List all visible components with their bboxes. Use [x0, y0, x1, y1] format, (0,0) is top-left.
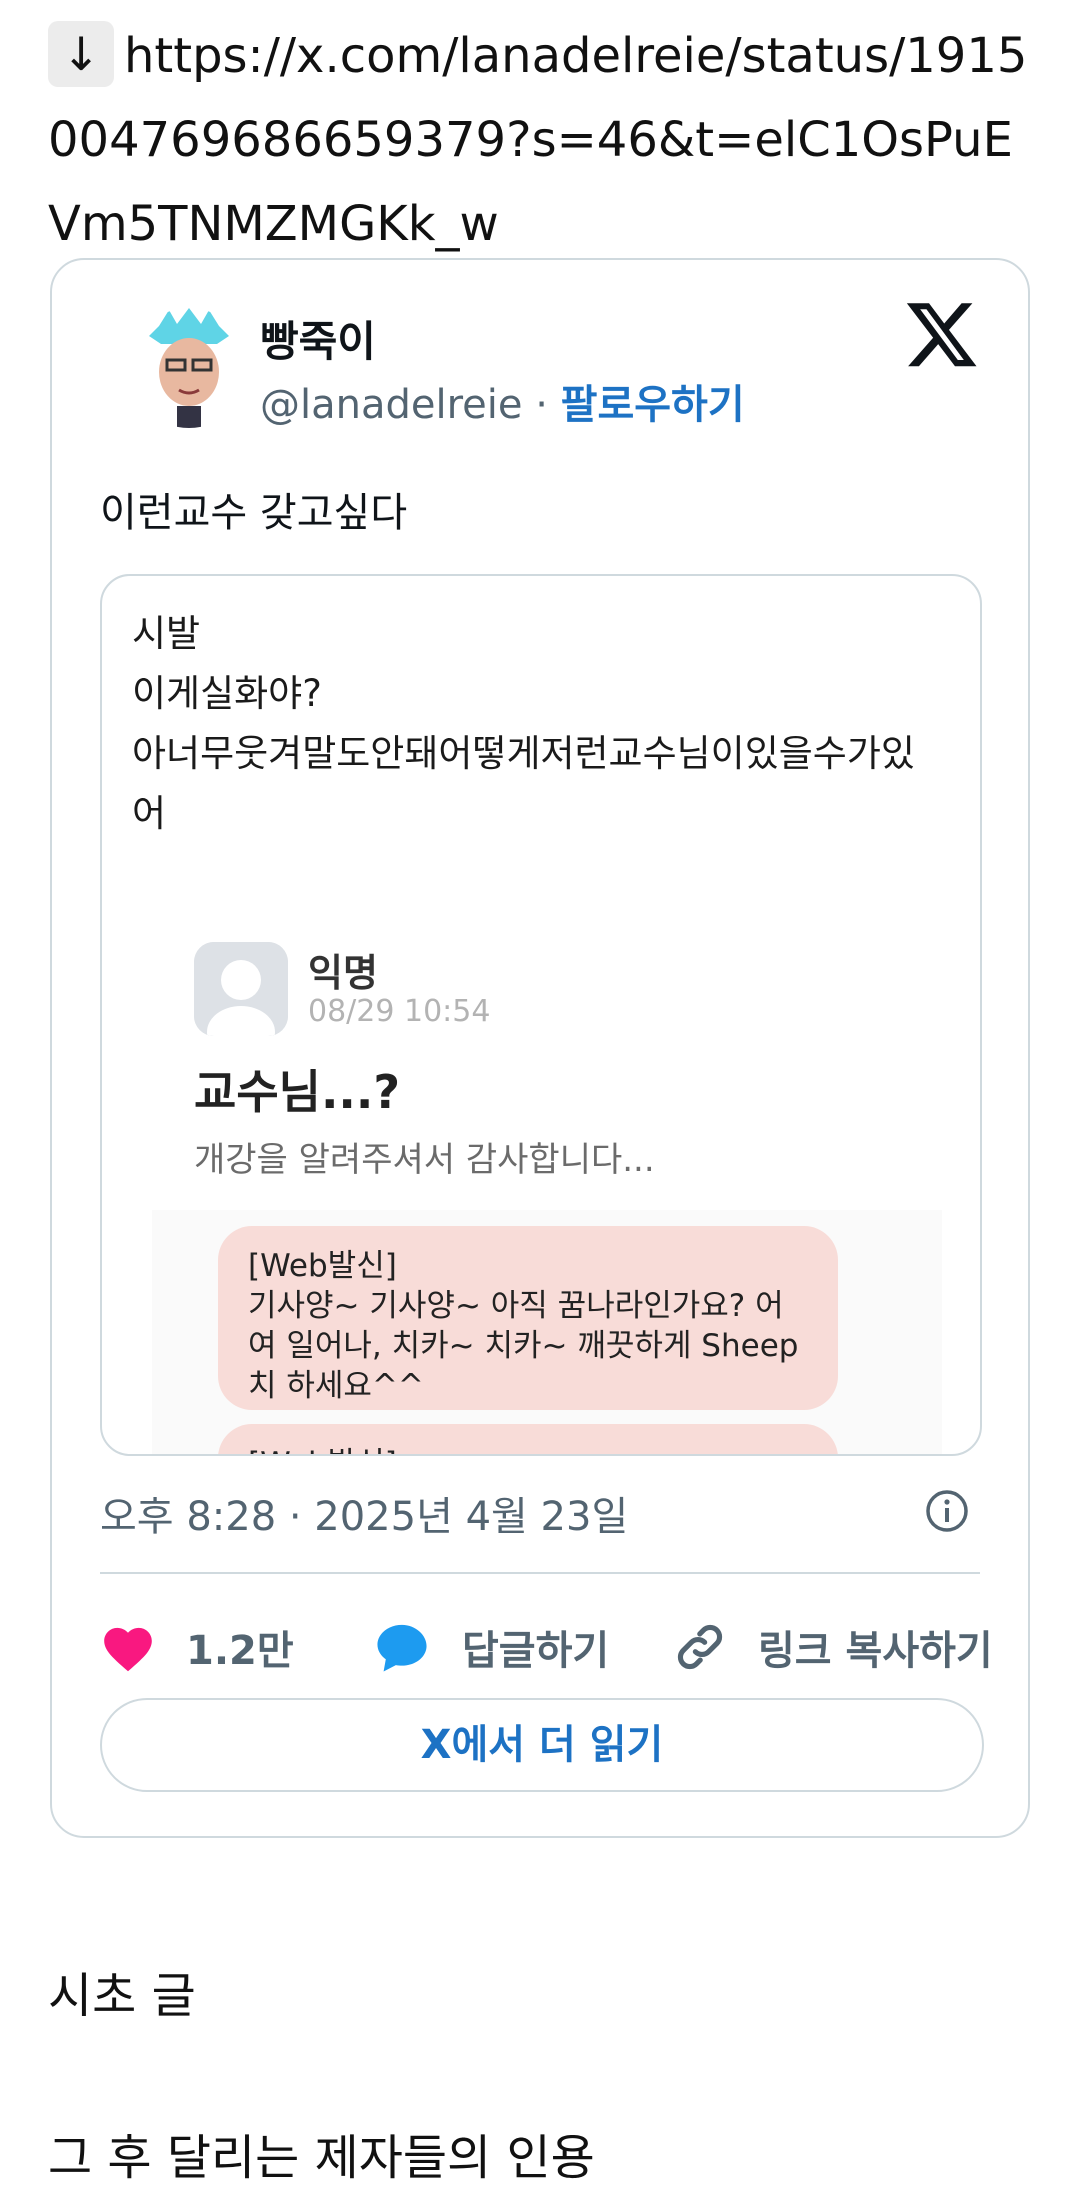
reply-bubble-icon [377, 1624, 427, 1672]
avatar[interactable] [129, 308, 249, 428]
body-paragraph: 시초 글 [48, 1968, 196, 2024]
reply-button[interactable]: 답글하기 [372, 1612, 609, 1682]
reply-label: 답글하기 [462, 1628, 610, 1674]
x-logo-icon[interactable] [904, 296, 980, 372]
tweet-timestamp[interactable]: 오후 8:28 · 2025년 4월 23일 [100, 1484, 628, 1542]
author-meta: @lanadelreie · 팔로우하기 [260, 372, 745, 430]
post-title: 교수님...? [194, 1065, 401, 1119]
author-name[interactable]: 빵죽이 [260, 308, 376, 369]
like-button[interactable]: 1.2만 [100, 1612, 294, 1682]
quote-line: 이게실화야? [132, 672, 322, 715]
divider [100, 1572, 980, 1574]
tweet-text: 이런교수 갖고싶다 [100, 490, 408, 536]
heart-icon [104, 1627, 152, 1672]
link-icon [677, 1624, 723, 1670]
copy-link-label: 링크 복사하기 [758, 1628, 993, 1674]
sms-bubble: [Web발신] [218, 1424, 838, 1454]
copy-link-button[interactable]: 링크 복사하기 [672, 1612, 993, 1682]
separator: · [535, 382, 548, 428]
quote-line: 시발 [132, 612, 201, 655]
follow-button[interactable]: 팔로우하기 [561, 382, 745, 428]
post-subtitle: 개강을 알려주셔서 감사합니다... [194, 1140, 655, 1180]
post-author: 익명 [308, 951, 378, 995]
author-handle[interactable]: @lanadelreie [260, 382, 523, 428]
like-count: 1.2만 [186, 1628, 294, 1674]
body-paragraph: 그 후 달리는 제자들의 인용 [48, 2130, 595, 2186]
sms-bubble: [Web발신] 기사양~ 기사양~ 아직 꿈나라인가요? 어여 일어나, 치카~… [218, 1226, 838, 1410]
download-arrow-icon: ↓ [48, 21, 114, 87]
quoted-image[interactable]: 시발 이게실화야? 아너무웃겨말도안돼어떻게저런교수님이있을수가있 어 익명 0… [100, 574, 982, 1456]
quote-line: 아너무웃겨말도안돼어떻게저런교수님이있을수가있 [132, 732, 915, 775]
quote-line: 어 [132, 792, 167, 835]
read-more-on-x-button[interactable]: X에서 더 읽기 [100, 1698, 984, 1792]
post-time: 08/29 10:54 [308, 994, 491, 1029]
shared-link[interactable]: ↓ https://x.com/lanadelreie/status/191500… [48, 14, 1038, 266]
embedded-tweet-card[interactable]: 빵죽이 @lanadelreie · 팔로우하기 이런교수 갖고싶다 시발 이게… [50, 258, 1030, 1838]
anonymous-avatar-icon [194, 942, 288, 1036]
info-icon[interactable] [924, 1488, 970, 1534]
link-url[interactable]: https://x.com/lanadelreie/status/1915004… [48, 28, 1027, 252]
